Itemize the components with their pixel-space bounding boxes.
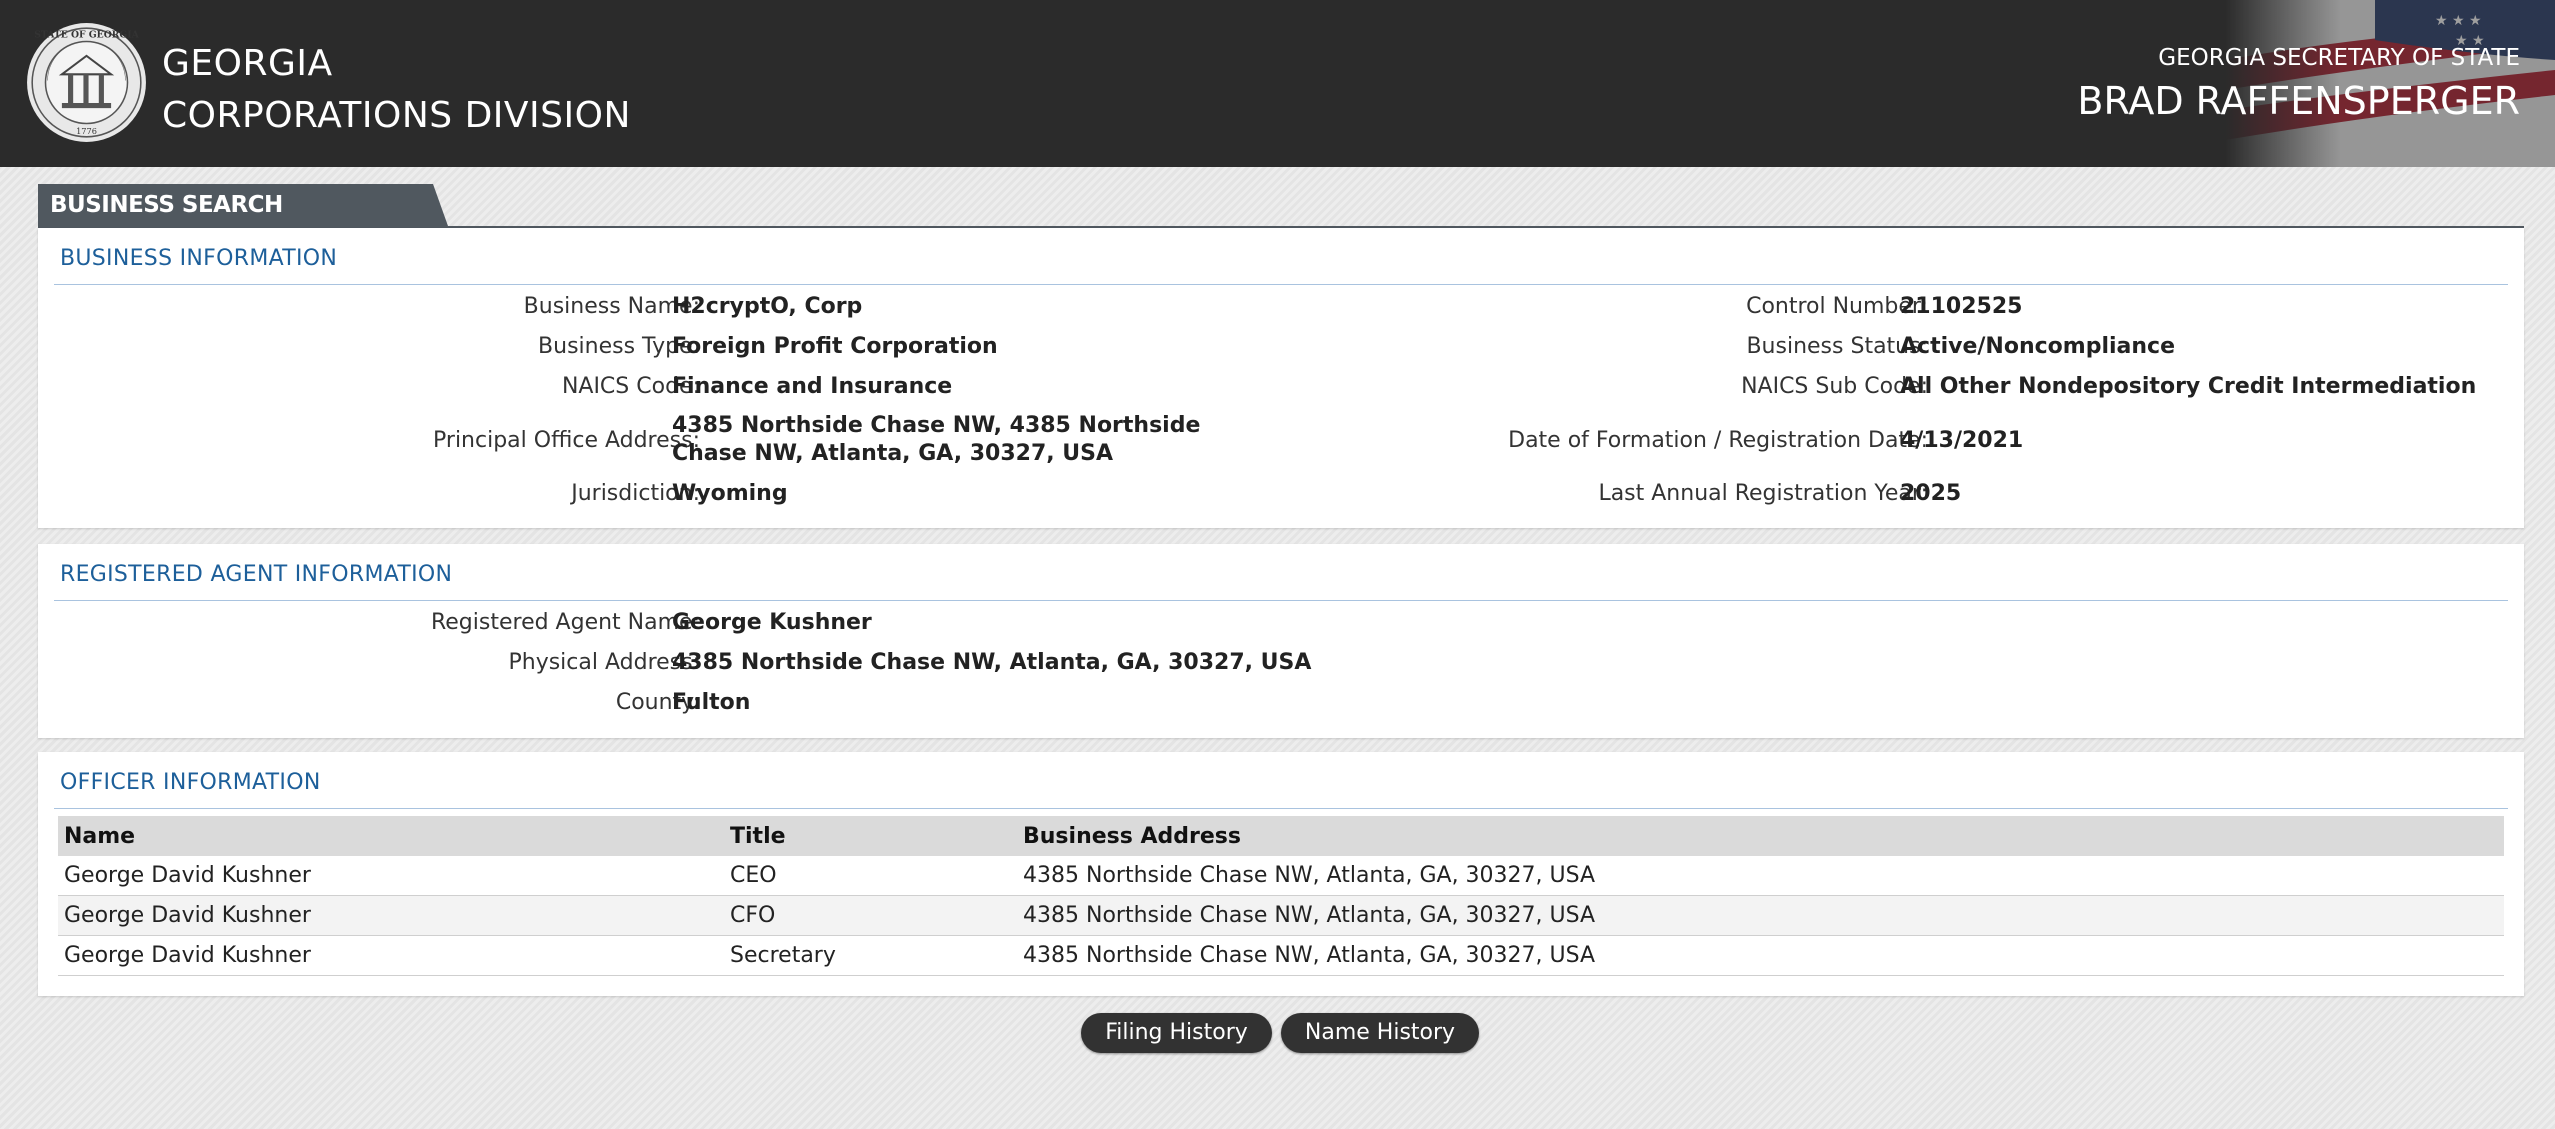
name-history-button[interactable]: Name History — [1281, 1013, 1479, 1053]
naics-sub-code-value: All Other Nondepository Credit Intermedi… — [1900, 374, 2477, 399]
registered-agent-title: REGISTERED AGENT INFORMATION — [60, 562, 453, 587]
business-information-panel: BUSINESS INFORMATION Business Name: H2cr… — [38, 228, 2524, 528]
control-number-value: 21102525 — [1900, 294, 2023, 319]
officer-address: 4385 Northside Chase NW, Atlanta, GA, 30… — [1017, 895, 2504, 936]
officer-table-header: Name Title Business Address — [58, 816, 2504, 856]
business-status-value: Active/Noncompliance — [1900, 334, 2175, 359]
table-row: George David Kushner CFO 4385 Northside … — [58, 895, 2504, 936]
site-header: STATE OF GEORGIA 1776 GEORGIA CORPORATIO… — [0, 0, 2555, 167]
officer-information-panel: OFFICER INFORMATION Name Title Business … — [38, 752, 2524, 996]
officer-title: CFO — [724, 895, 1017, 936]
business-type-value: Foreign Profit Corporation — [672, 334, 998, 359]
last-annual-registration-value: 2025 — [1900, 481, 1962, 506]
officer-address: 4385 Northside Chase NW, Atlanta, GA, 30… — [1017, 856, 2504, 896]
officer-name: George David Kushner — [58, 935, 724, 976]
svg-text:STATE OF GEORGIA: STATE OF GEORGIA — [34, 29, 139, 40]
divider — [54, 808, 2508, 809]
registered-agent-name-value: George Kushner — [672, 610, 872, 635]
svg-text:1776: 1776 — [76, 126, 97, 136]
formation-date-label: Date of Formation / Registration Date: — [1508, 428, 1928, 453]
secretary-of-state: GEORGIA SECRETARY OF STATE BRAD RAFFENSP… — [2077, 40, 2520, 126]
business-information-title: BUSINESS INFORMATION — [60, 246, 338, 271]
officer-name: George David Kushner — [58, 895, 724, 936]
officer-title: Secretary — [724, 935, 1017, 976]
table-row: George David Kushner CEO 4385 Northside … — [58, 856, 2504, 896]
registered-agent-panel: REGISTERED AGENT INFORMATION Registered … — [38, 544, 2524, 738]
officer-name: George David Kushner — [58, 856, 724, 896]
officer-address: 4385 Northside Chase NW, Atlanta, GA, 30… — [1017, 935, 2504, 976]
principal-office-address-value: 4385 Northside Chase NW, 4385 Northside … — [672, 413, 1201, 466]
business-name-value: H2cryptO, Corp — [672, 294, 863, 319]
officer-information-title: OFFICER INFORMATION — [60, 770, 321, 795]
principal-office-address-label: Principal Office Address: — [433, 428, 700, 453]
georgia-seal-logo: STATE OF GEORGIA 1776 — [27, 23, 146, 142]
tab-business-search[interactable]: BUSINESS SEARCH — [38, 184, 448, 226]
naics-code-value: Finance and Insurance — [672, 374, 953, 399]
officer-title: CEO — [724, 856, 1017, 896]
sos-name: BRAD RAFFENSPERGER — [2077, 79, 2520, 123]
filing-history-button[interactable]: Filing History — [1081, 1013, 1272, 1053]
divider — [54, 284, 2508, 285]
divider — [54, 600, 2508, 601]
tab-label: BUSINESS SEARCH — [50, 192, 283, 218]
last-annual-registration-label: Last Annual Registration Year: — [1598, 481, 1928, 506]
sos-title: GEORGIA SECRETARY OF STATE — [2158, 45, 2520, 71]
county-value: Fulton — [672, 690, 751, 715]
registered-agent-name-label: Registered Agent Name: — [430, 610, 700, 635]
division-line-1: GEORGIA — [162, 43, 333, 84]
column-header-business-address[interactable]: Business Address — [1017, 816, 2504, 856]
column-header-title[interactable]: Title — [724, 816, 1017, 856]
physical-address-value: 4385 Northside Chase NW, Atlanta, GA, 30… — [672, 650, 1312, 675]
column-header-name[interactable]: Name — [58, 816, 724, 856]
jurisdiction-value: Wyoming — [672, 481, 788, 506]
division-title: GEORGIA CORPORATIONS DIVISION — [162, 38, 631, 142]
section-tab-bar: BUSINESS SEARCH — [38, 184, 2524, 234]
officer-table: Name Title Business Address George David… — [58, 816, 2504, 976]
table-row: George David Kushner Secretary 4385 Nort… — [58, 935, 2504, 976]
division-line-2: CORPORATIONS DIVISION — [162, 95, 631, 136]
formation-date-value: 4/13/2021 — [1900, 428, 2024, 453]
